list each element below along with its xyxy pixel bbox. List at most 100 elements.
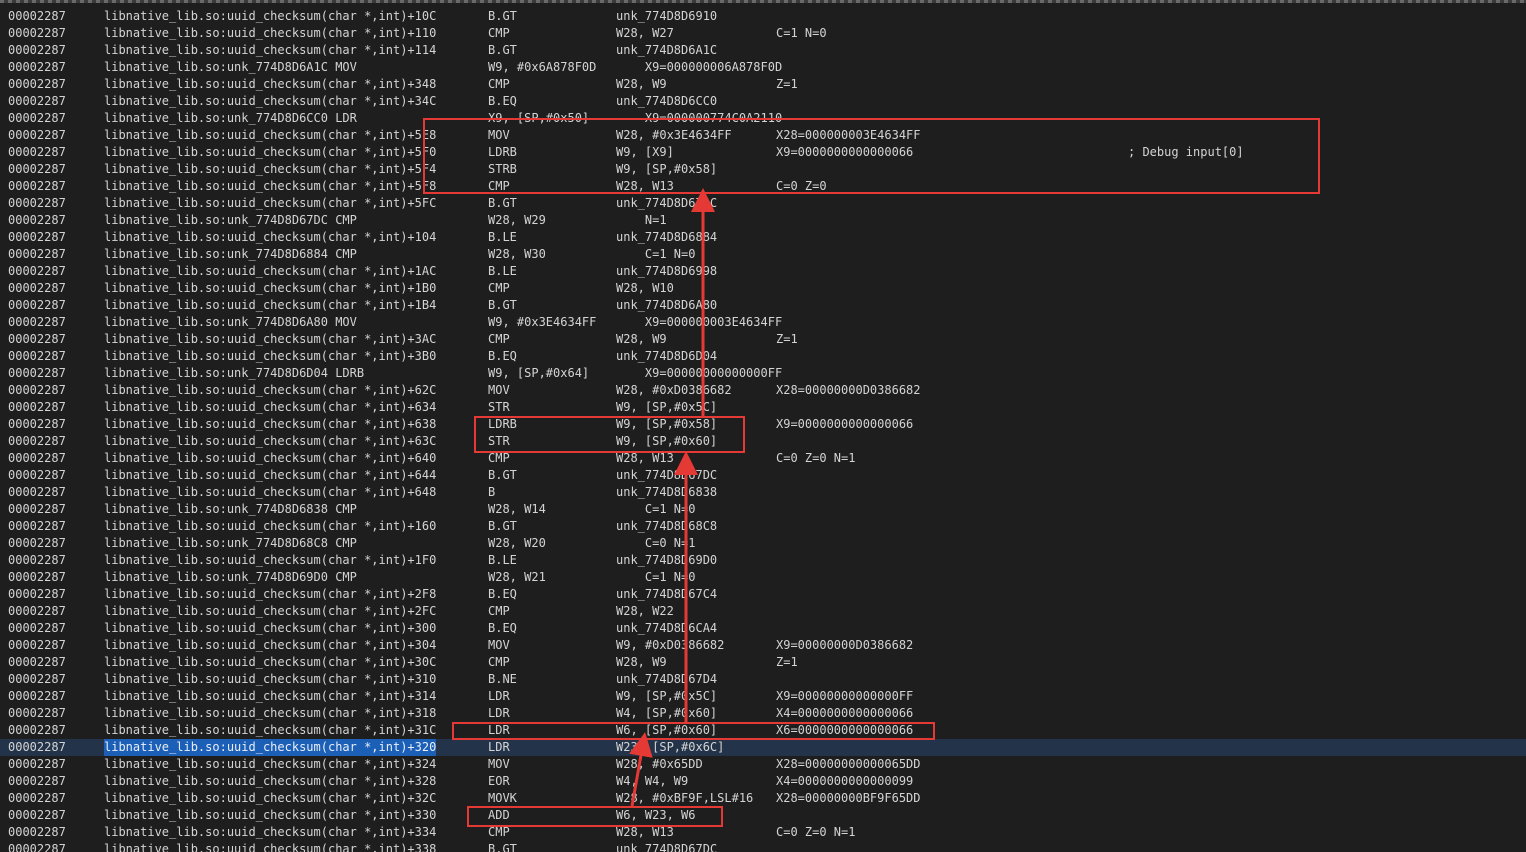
trace-row[interactable]: 00002287 libnative_lib.so:uuid_checksum(c… — [0, 637, 1526, 654]
operands: unk_774D8D6CC0 — [616, 94, 718, 108]
address: libnative_lib.so:uuid_checksum(char *,in… — [104, 689, 437, 703]
thread-id: 00002287 — [8, 774, 66, 788]
trace-row[interactable]: 00002287 libnative_lib.so:uuid_checksum(c… — [0, 399, 1526, 416]
trace-row[interactable]: 00002287 libnative_lib.so:unk_774D8D6838 … — [0, 501, 1526, 518]
mnemonic: B.EQ — [488, 621, 517, 635]
trace-row[interactable]: 00002287 libnative_lib.so:unk_774D8D6D04 … — [0, 365, 1526, 382]
operands: W9, [X9] — [616, 145, 674, 159]
trace-row[interactable]: 00002287 libnative_lib.so:uuid_checksum(c… — [0, 467, 1526, 484]
trace-row[interactable]: 00002287 libnative_lib.so:uuid_checksum(c… — [0, 263, 1526, 280]
mnemonic: B.GT — [488, 43, 517, 57]
thread-id: 00002287 — [8, 230, 66, 244]
trace-row[interactable]: 00002287 libnative_lib.so:uuid_checksum(c… — [0, 484, 1526, 501]
thread-id: 00002287 — [8, 553, 66, 567]
trace-row[interactable]: 00002287 libnative_lib.so:uuid_checksum(c… — [0, 331, 1526, 348]
trace-row[interactable]: 00002287 libnative_lib.so:uuid_checksum(c… — [0, 382, 1526, 399]
trace-row[interactable]: 00002287 libnative_lib.so:uuid_checksum(c… — [0, 518, 1526, 535]
operands: W9, [SP,#0x58] — [616, 162, 718, 176]
trace-row[interactable]: 00002287 libnative_lib.so:uuid_checksum(c… — [0, 620, 1526, 637]
thread-id: 00002287 — [8, 332, 66, 346]
trace-row[interactable]: 00002287 libnative_lib.so:unk_774D8D6CC0 … — [0, 110, 1526, 127]
mnemonic: W28, W14 — [488, 502, 546, 516]
operands: X9=000000006A878F0D — [616, 60, 783, 74]
trace-row-current[interactable]: 00002287 libnative_lib.so:uuid_checksum(c… — [0, 739, 1526, 756]
address: libnative_lib.so:uuid_checksum(char *,in… — [104, 179, 437, 193]
trace-row[interactable]: 00002287 libnative_lib.so:unk_774D8D6884 … — [0, 246, 1526, 263]
register-changes: X28=000000003E4634FF — [776, 128, 921, 142]
trace-row[interactable]: 00002287 libnative_lib.so:uuid_checksum(c… — [0, 722, 1526, 739]
trace-row[interactable]: 00002287 libnative_lib.so:uuid_checksum(c… — [0, 603, 1526, 620]
trace-row[interactable]: 00002287 libnative_lib.so:uuid_checksum(c… — [0, 76, 1526, 93]
thread-id: 00002287 — [8, 400, 66, 414]
trace-row[interactable]: 00002287 libnative_lib.so:uuid_checksum(c… — [0, 127, 1526, 144]
trace-row[interactable]: 00002287 libnative_lib.so:uuid_checksum(c… — [0, 807, 1526, 824]
thread-id: 00002287 — [8, 706, 66, 720]
mnemonic: MOV — [488, 638, 510, 652]
address: libnative_lib.so:uuid_checksum(char *,in… — [104, 145, 437, 159]
trace-row[interactable]: 00002287 libnative_lib.so:uuid_checksum(c… — [0, 790, 1526, 807]
trace-row[interactable]: 00002287 libnative_lib.so:uuid_checksum(c… — [0, 144, 1526, 161]
thread-id: 00002287 — [8, 9, 66, 23]
trace-row[interactable]: 00002287 libnative_lib.so:uuid_checksum(c… — [0, 178, 1526, 195]
mnemonic: MOV — [488, 383, 510, 397]
trace-row[interactable]: 00002287 libnative_lib.so:uuid_checksum(c… — [0, 161, 1526, 178]
trace-row[interactable]: 00002287 libnative_lib.so:uuid_checksum(c… — [0, 552, 1526, 569]
thread-id: 00002287 — [8, 349, 66, 363]
trace-rows[interactable]: 00002287 libnative_lib.so:uuid_checksum(c… — [0, 8, 1526, 852]
register-changes: C=1 N=0 — [776, 26, 827, 40]
address: libnative_lib.so:uuid_checksum(char *,in… — [104, 825, 437, 839]
trace-row[interactable]: 00002287 libnative_lib.so:uuid_checksum(c… — [0, 93, 1526, 110]
trace-row[interactable]: 00002287 libnative_lib.so:uuid_checksum(c… — [0, 8, 1526, 25]
trace-row[interactable]: 00002287 libnative_lib.so:unk_774D8D6A80 … — [0, 314, 1526, 331]
trace-row[interactable]: 00002287 libnative_lib.so:uuid_checksum(c… — [0, 229, 1526, 246]
address: libnative_lib.so:uuid_checksum(char *,in… — [104, 808, 437, 822]
operands: unk_774D8D6910 — [616, 9, 718, 23]
address: libnative_lib.so:uuid_checksum(char *,in… — [104, 26, 437, 40]
trace-row[interactable]: 00002287 libnative_lib.so:uuid_checksum(c… — [0, 450, 1526, 467]
mnemonic: LDR — [488, 740, 510, 754]
trace-row[interactable]: 00002287 libnative_lib.so:uuid_checksum(c… — [0, 654, 1526, 671]
trace-row[interactable]: 00002287 libnative_lib.so:uuid_checksum(c… — [0, 773, 1526, 790]
address: libnative_lib.so:uuid_checksum(char *,in… — [104, 94, 437, 108]
operands: unk_774D8D6A80 — [616, 298, 718, 312]
thread-id: 00002287 — [8, 808, 66, 822]
mnemonic: STRB — [488, 162, 517, 176]
trace-row[interactable]: 00002287 libnative_lib.so:unk_774D8D68C8 … — [0, 535, 1526, 552]
trace-row[interactable]: 00002287 libnative_lib.so:uuid_checksum(c… — [0, 705, 1526, 722]
trace-row[interactable]: 00002287 libnative_lib.so:unk_774D8D69D0 … — [0, 569, 1526, 586]
address: libnative_lib.so:uuid_checksum(char *,in… — [104, 77, 437, 91]
trace-row[interactable]: 00002287 libnative_lib.so:uuid_checksum(c… — [0, 671, 1526, 688]
address: libnative_lib.so:uuid_checksum(char *,in… — [104, 230, 437, 244]
trace-row[interactable]: 00002287 libnative_lib.so:uuid_checksum(c… — [0, 348, 1526, 365]
address: libnative_lib.so:uuid_checksum(char *,in… — [104, 281, 437, 295]
mnemonic: STR — [488, 434, 510, 448]
mnemonic: B.GT — [488, 842, 517, 852]
trace-row[interactable]: 00002287 libnative_lib.so:uuid_checksum(c… — [0, 416, 1526, 433]
trace-row[interactable]: 00002287 libnative_lib.so:uuid_checksum(c… — [0, 25, 1526, 42]
thread-id: 00002287 — [8, 689, 66, 703]
trace-row[interactable]: 00002287 libnative_lib.so:uuid_checksum(c… — [0, 756, 1526, 773]
trace-row[interactable]: 00002287 libnative_lib.so:uuid_checksum(c… — [0, 195, 1526, 212]
trace-row[interactable]: 00002287 libnative_lib.so:uuid_checksum(c… — [0, 433, 1526, 450]
mnemonic: CMP — [488, 451, 510, 465]
mnemonic: B.NE — [488, 672, 517, 686]
trace-row[interactable]: 00002287 libnative_lib.so:uuid_checksum(c… — [0, 586, 1526, 603]
mnemonic: B — [488, 485, 496, 499]
trace-row[interactable]: 00002287 libnative_lib.so:unk_774D8D6A1C … — [0, 59, 1526, 76]
trace-row[interactable]: 00002287 libnative_lib.so:uuid_checksum(c… — [0, 688, 1526, 705]
trace-row[interactable]: 00002287 libnative_lib.so:uuid_checksum(c… — [0, 297, 1526, 314]
trace-row[interactable]: 00002287 libnative_lib.so:unk_774D8D67DC … — [0, 212, 1526, 229]
operands: W6, [SP,#0x60] — [616, 723, 718, 737]
trace-view[interactable]: 00002287 libnative_lib.so:uuid_checksum(c… — [0, 0, 1526, 852]
thread-id: 00002287 — [8, 842, 66, 852]
mnemonic: B.GT — [488, 196, 517, 210]
trace-row[interactable]: 00002287 libnative_lib.so:uuid_checksum(c… — [0, 841, 1526, 852]
address: libnative_lib.so:unk_774D8D6A80 MOV — [104, 315, 357, 329]
thread-id: 00002287 — [8, 145, 66, 159]
operands: W9, [SP,#0x58] — [616, 417, 718, 431]
operands: unk_774D8D67DC — [616, 842, 718, 852]
trace-row[interactable]: 00002287 libnative_lib.so:uuid_checksum(c… — [0, 280, 1526, 297]
trace-row[interactable]: 00002287 libnative_lib.so:uuid_checksum(c… — [0, 824, 1526, 841]
trace-row[interactable]: 00002287 libnative_lib.so:uuid_checksum(c… — [0, 42, 1526, 59]
address: libnative_lib.so:unk_774D8D6CC0 LDR — [104, 111, 357, 125]
